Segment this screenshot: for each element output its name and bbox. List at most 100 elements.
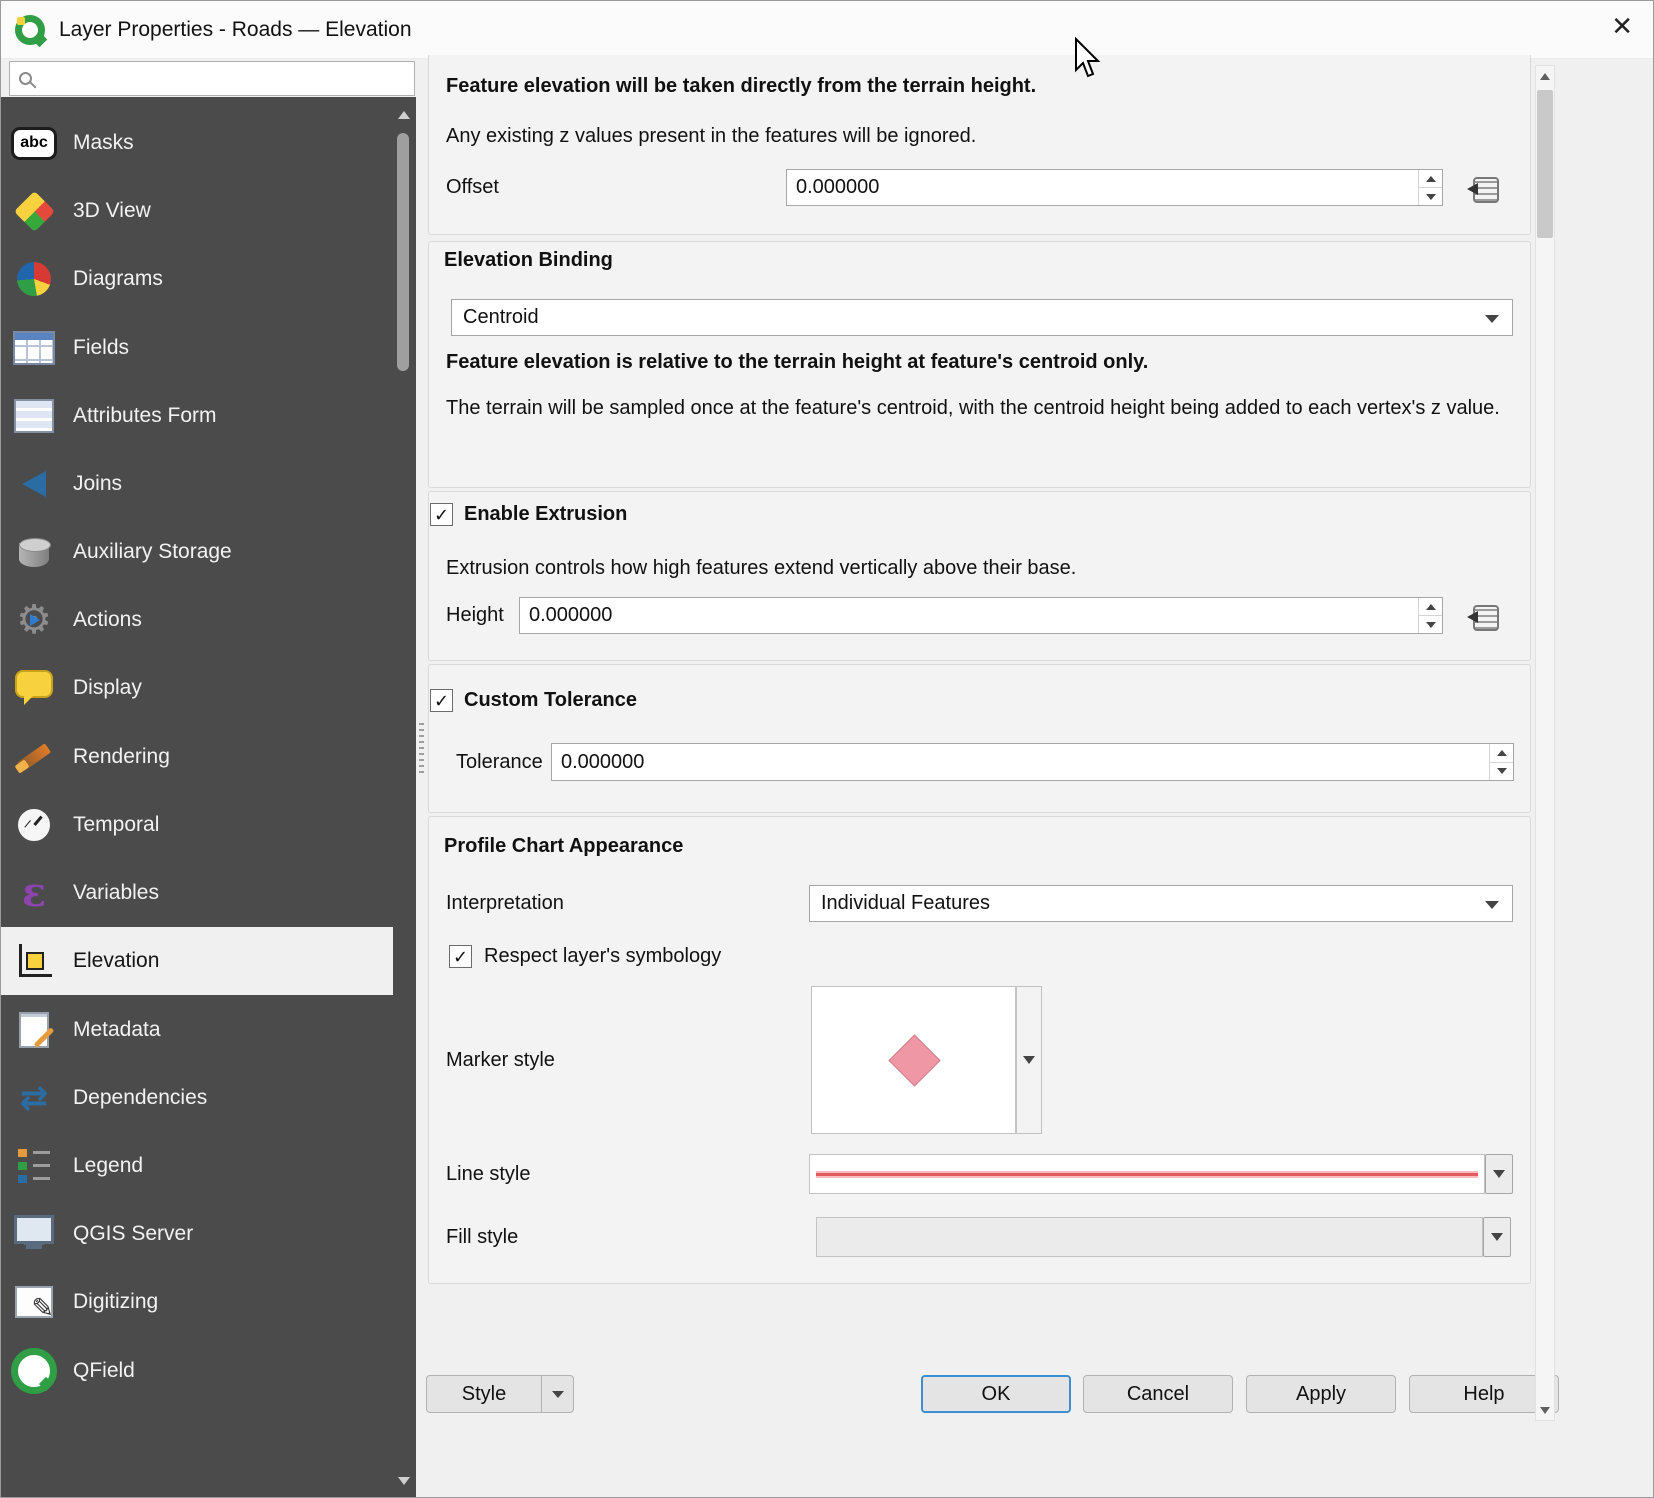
sidebar-scrollbar[interactable] bbox=[394, 107, 412, 1489]
height-data-defined-override-button[interactable] bbox=[1460, 597, 1506, 634]
offset-data-defined-override-button[interactable] bbox=[1460, 169, 1506, 206]
check-icon: ✓ bbox=[434, 506, 449, 524]
interpretation-select[interactable]: Individual Features bbox=[809, 885, 1513, 922]
cancel-button[interactable]: Cancel bbox=[1083, 1375, 1233, 1413]
sidebar-item-display[interactable]: Display bbox=[1, 654, 393, 722]
sidebar-item-metadata[interactable]: Metadata bbox=[1, 996, 393, 1064]
custom-tolerance-label[interactable]: Custom Tolerance bbox=[464, 689, 637, 712]
sidebar-item-label: QField bbox=[73, 1359, 135, 1383]
sidebar-item-joins[interactable]: Joins bbox=[1, 450, 393, 518]
properties-sidebar: abcMasks 3D View Diagrams Fields Attribu… bbox=[1, 97, 416, 1498]
sidebar-item-dependencies[interactable]: Dependencies bbox=[1, 1064, 393, 1132]
scroll-down-icon[interactable] bbox=[398, 1477, 410, 1485]
scrollbar-thumb[interactable] bbox=[1537, 90, 1553, 238]
close-icon[interactable]: ✕ bbox=[1611, 13, 1633, 39]
legend-icon bbox=[11, 1143, 57, 1189]
spin-up-icon[interactable] bbox=[1419, 598, 1442, 616]
sidebar-item-actions[interactable]: Actions bbox=[1, 586, 393, 654]
temporal-icon bbox=[11, 802, 57, 848]
line-style-dropdown-button[interactable] bbox=[1485, 1154, 1513, 1194]
sidebar-item-qfield[interactable]: QField bbox=[1, 1337, 393, 1405]
check-icon: ✓ bbox=[434, 692, 449, 710]
sidebar-item-label: Diagrams bbox=[73, 267, 163, 291]
spin-down-icon[interactable] bbox=[1490, 763, 1513, 781]
sidebar-item-label: Rendering bbox=[73, 745, 170, 769]
line-style-preview[interactable] bbox=[809, 1154, 1485, 1194]
sidebar-item-label: Attributes Form bbox=[73, 404, 217, 428]
sidebar-item-legend[interactable]: Legend bbox=[1, 1132, 393, 1200]
sidebar-item-variables[interactable]: Variables bbox=[1, 859, 393, 927]
respect-symbology-label[interactable]: Respect layer's symbology bbox=[484, 945, 721, 968]
content-scrollbar[interactable] bbox=[1535, 65, 1555, 1421]
spin-up-icon[interactable] bbox=[1419, 170, 1442, 188]
spin-down-icon[interactable] bbox=[1419, 188, 1442, 205]
offset-spinbox[interactable] bbox=[786, 169, 1443, 206]
title-bar: Layer Properties - Roads — Elevation ✕ bbox=[1, 1, 1653, 59]
style-button[interactable]: Style bbox=[426, 1375, 574, 1413]
height-spin-buttons[interactable] bbox=[1418, 598, 1442, 633]
variables-icon bbox=[11, 870, 57, 916]
tolerance-input[interactable] bbox=[552, 744, 1489, 780]
sidebar-item-attributes-form[interactable]: Attributes Form bbox=[1, 382, 393, 450]
apply-button[interactable]: Apply bbox=[1246, 1375, 1396, 1413]
sidebar-item-label: Dependencies bbox=[73, 1086, 207, 1110]
scroll-up-icon[interactable] bbox=[1536, 66, 1554, 86]
line-sample-icon bbox=[816, 1171, 1478, 1178]
elevation-settings-panel: Feature elevation will be taken directly… bbox=[416, 59, 1654, 1498]
tolerance-spinbox[interactable] bbox=[551, 743, 1514, 781]
interpretation-value: Individual Features bbox=[821, 892, 990, 915]
elevation-binding-select[interactable]: Centroid bbox=[451, 299, 1513, 336]
spin-up-icon[interactable] bbox=[1490, 744, 1513, 763]
sidebar-item-digitizing[interactable]: Digitizing bbox=[1, 1268, 393, 1336]
respect-symbology-checkbox[interactable]: ✓ bbox=[449, 945, 472, 968]
enable-extrusion-label[interactable]: Enable Extrusion bbox=[464, 503, 627, 526]
marker-style-dropdown-button[interactable] bbox=[1016, 986, 1042, 1134]
height-input[interactable] bbox=[520, 598, 1418, 633]
custom-tolerance-checkbox[interactable]: ✓ bbox=[430, 689, 453, 712]
sidebar-item-label: Display bbox=[73, 676, 142, 700]
marker-diamond-icon bbox=[888, 1034, 940, 1086]
data-defined-override-icon bbox=[1467, 175, 1499, 201]
scrollbar-thumb[interactable] bbox=[397, 133, 409, 371]
offset-input[interactable] bbox=[787, 170, 1418, 205]
splitter-handle[interactable] bbox=[419, 723, 424, 775]
offset-spin-buttons[interactable] bbox=[1418, 170, 1442, 205]
sidebar-item-diagrams[interactable]: Diagrams bbox=[1, 245, 393, 313]
enable-extrusion-checkbox[interactable]: ✓ bbox=[430, 503, 453, 526]
sidebar-item-elevation[interactable]: Elevation bbox=[1, 927, 393, 995]
fill-style-dropdown-button[interactable] bbox=[1483, 1217, 1511, 1257]
binding-description: The terrain will be sampled once at the … bbox=[446, 395, 1508, 422]
tolerance-section bbox=[428, 664, 1531, 813]
sidebar-item-masks[interactable]: abcMasks bbox=[1, 109, 393, 177]
style-button-label: Style bbox=[427, 1383, 541, 1406]
tolerance-spin-buttons[interactable] bbox=[1489, 744, 1513, 780]
diagrams-icon bbox=[11, 256, 57, 302]
sidebar-search[interactable] bbox=[9, 61, 415, 96]
sidebar-item-label: Joins bbox=[73, 472, 122, 496]
check-icon: ✓ bbox=[453, 948, 468, 966]
terrain-subline: Any existing z values present in the fea… bbox=[446, 123, 976, 150]
sidebar-item-temporal[interactable]: Temporal bbox=[1, 791, 393, 859]
sidebar-item-auxiliary-storage[interactable]: Auxiliary Storage bbox=[1, 518, 393, 586]
data-defined-override-icon bbox=[1467, 603, 1499, 629]
sidebar-item-label: Actions bbox=[73, 608, 142, 632]
scroll-up-icon[interactable] bbox=[398, 111, 410, 119]
scroll-down-icon[interactable] bbox=[1536, 1400, 1554, 1420]
elevation-binding-header: Elevation Binding bbox=[444, 249, 613, 272]
line-style-label: Line style bbox=[446, 1154, 531, 1194]
spin-down-icon[interactable] bbox=[1419, 616, 1442, 633]
search-input[interactable] bbox=[40, 68, 405, 89]
extrusion-description: Extrusion controls how high features ext… bbox=[446, 555, 1076, 582]
marker-style-preview[interactable] bbox=[811, 986, 1016, 1134]
sidebar-item-fields[interactable]: Fields bbox=[1, 314, 393, 382]
sidebar-item-rendering[interactable]: Rendering bbox=[1, 723, 393, 791]
fill-style-preview[interactable] bbox=[816, 1217, 1483, 1257]
style-dropdown-icon[interactable] bbox=[541, 1376, 573, 1412]
sidebar-item-3d-view[interactable]: 3D View bbox=[1, 177, 393, 245]
dependencies-icon bbox=[11, 1075, 57, 1121]
sidebar-item-qgis-server[interactable]: QGIS Server bbox=[1, 1200, 393, 1268]
profile-appearance-header: Profile Chart Appearance bbox=[444, 835, 683, 858]
ok-button[interactable]: OK bbox=[921, 1375, 1071, 1413]
marker-style-label: Marker style bbox=[446, 1049, 555, 1072]
height-spinbox[interactable] bbox=[519, 597, 1443, 634]
